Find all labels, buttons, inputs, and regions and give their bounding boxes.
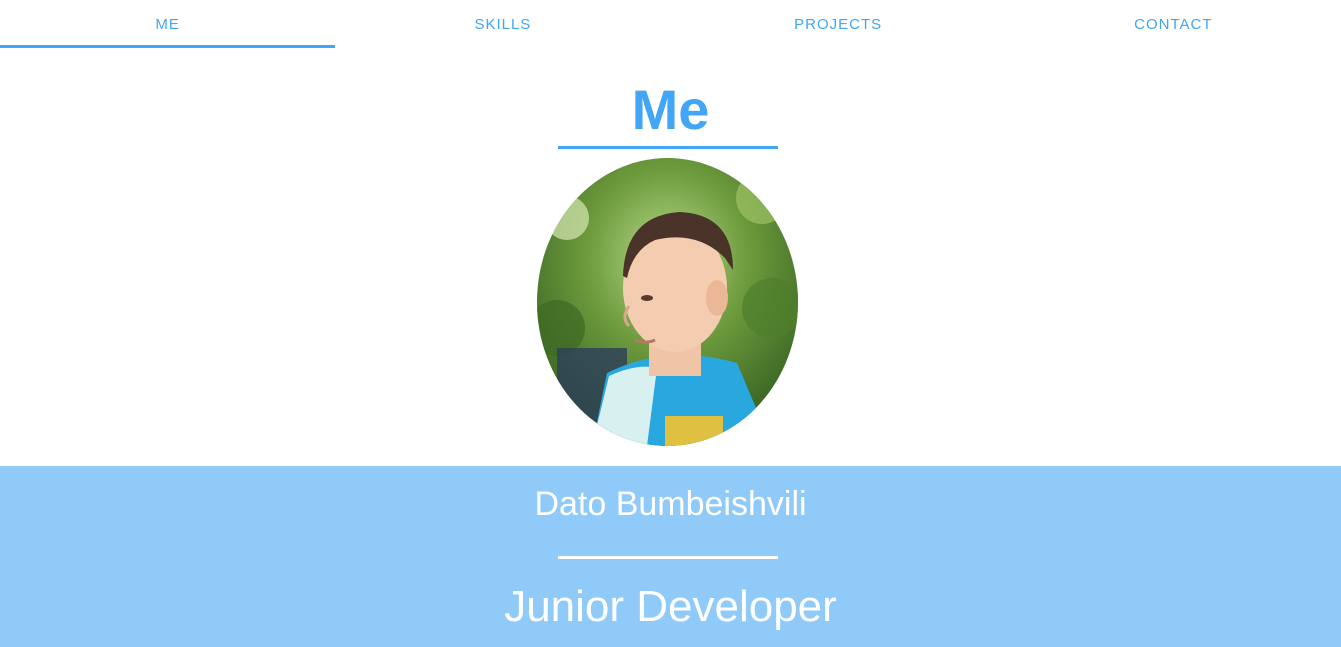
tab-me[interactable]: ME bbox=[0, 0, 336, 48]
tab-indicator bbox=[0, 45, 336, 48]
banner-divider bbox=[558, 556, 778, 559]
tab-label: SKILLS bbox=[474, 15, 532, 33]
tab-projects[interactable]: PROJECTS bbox=[671, 0, 1006, 48]
section-tabs: ME SKILLS PROJECTS CONTACT bbox=[0, 0, 1341, 48]
tab-indicator bbox=[1006, 46, 1341, 48]
avatar bbox=[537, 158, 798, 446]
tab-label: ME bbox=[155, 15, 180, 33]
tab-label: PROJECTS bbox=[794, 15, 883, 33]
tab-skills[interactable]: SKILLS bbox=[335, 0, 670, 48]
profile-name: Dato Bumbeishvili bbox=[534, 485, 807, 523]
title-divider bbox=[558, 146, 778, 149]
tab-label: CONTACT bbox=[1134, 15, 1213, 33]
tab-contact[interactable]: CONTACT bbox=[1006, 0, 1341, 48]
tab-indicator bbox=[671, 46, 1006, 48]
page-title: Me bbox=[631, 78, 710, 141]
tab-indicator bbox=[335, 46, 670, 48]
profile-role: Junior Developer bbox=[504, 582, 837, 631]
profile-photo-icon bbox=[537, 158, 798, 446]
